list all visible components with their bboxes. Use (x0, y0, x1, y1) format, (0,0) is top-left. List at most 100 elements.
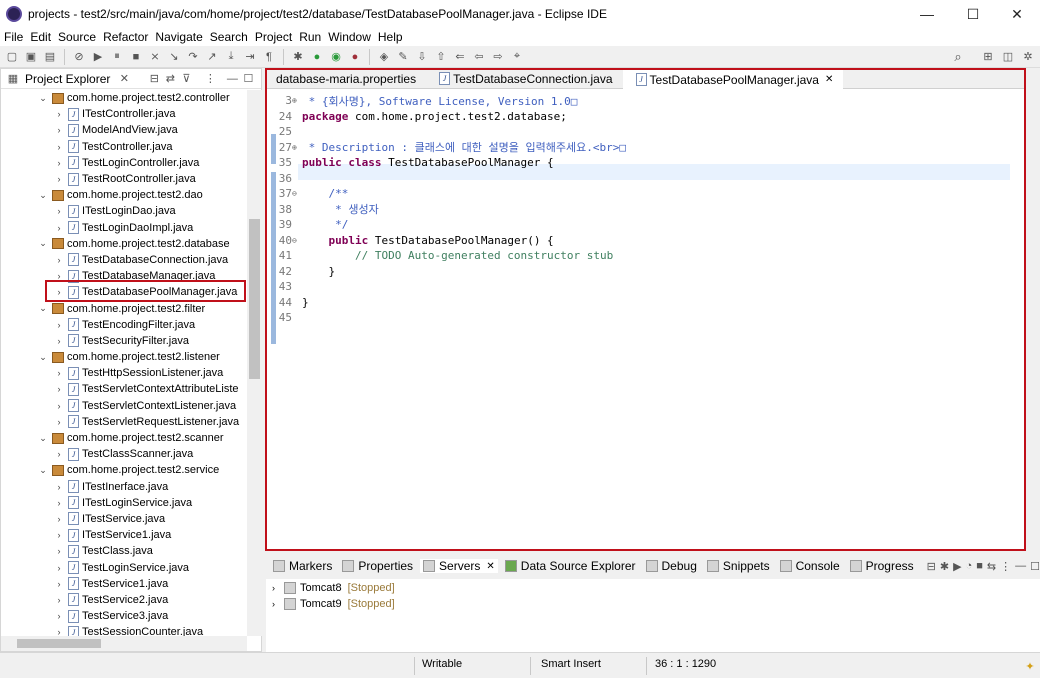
collapse-icon[interactable]: ⌄ (37, 303, 49, 314)
view-menu-icon[interactable]: ⋮ (202, 71, 218, 87)
expand-icon[interactable]: › (53, 595, 65, 605)
collapse-icon[interactable]: ⌄ (37, 238, 49, 249)
tab-progress[interactable]: Progress (847, 559, 917, 573)
tab-markers[interactable]: Markers (270, 559, 335, 573)
save-all-icon[interactable]: ▤ (42, 49, 58, 65)
debug-perspective-icon[interactable]: ✲ (1020, 49, 1036, 65)
pin-editor-icon[interactable]: ⌖ (509, 49, 525, 65)
tree-file[interactable]: › J ITestInerface.java (1, 479, 247, 495)
tab-servers[interactable]: Servers ✕ (420, 559, 498, 573)
open-task-icon[interactable]: ✎ (395, 49, 411, 65)
expand-icon[interactable]: › (53, 384, 65, 394)
collapse-icon[interactable]: ⌄ (37, 352, 49, 363)
new-icon[interactable]: ▢ (4, 49, 20, 65)
menu-edit[interactable]: Edit (30, 30, 51, 44)
minimize-view-icon[interactable]: — (1015, 558, 1026, 574)
collapse-icon[interactable]: ⌄ (37, 190, 49, 201)
expand-icon[interactable]: › (53, 223, 65, 233)
tree-file[interactable]: › J TestClassScanner.java (1, 446, 247, 462)
tab-properties[interactable]: Properties (339, 559, 416, 573)
tree-package[interactable]: ⌄ com.home.project.test2.controller (1, 90, 247, 106)
tree-file[interactable]: › J TestLoginDaoImpl.java (1, 220, 247, 236)
step-return-icon[interactable]: ↗ (204, 49, 220, 65)
step-into-icon[interactable]: ↘ (166, 49, 182, 65)
minimize-view-icon[interactable]: — (224, 71, 240, 87)
publish-icon[interactable]: ⇆ (987, 558, 996, 574)
tree-vertical-scroll-thumb[interactable] (249, 219, 260, 379)
tree-file[interactable]: › J ITestLoginService.java (1, 495, 247, 511)
expand-icon[interactable]: › (53, 109, 65, 119)
start-server-icon[interactable]: ▶ (953, 558, 961, 574)
tree-horizontal-scroll-thumb[interactable] (17, 639, 101, 648)
collapse-all-icon[interactable]: ⊟ (927, 558, 936, 574)
expand-icon[interactable]: › (53, 530, 65, 540)
tip-lightbulb-icon[interactable]: ✦ (1022, 658, 1038, 674)
menu-search[interactable]: Search (210, 30, 248, 44)
tree-file[interactable]: › J TestHttpSessionListener.java (1, 365, 247, 381)
collapse-icon[interactable]: ⌄ (37, 465, 49, 476)
expand-icon[interactable]: › (53, 546, 65, 556)
skip-breakpoints-icon[interactable]: ⊘ (71, 49, 87, 65)
search-icon[interactable]: ⌕ (950, 49, 966, 65)
tree-package[interactable]: ⌄ com.home.project.test2.listener (1, 349, 247, 365)
tree-file[interactable]: › J TestSecurityFilter.java (1, 333, 247, 349)
tab-snippets[interactable]: Snippets (704, 559, 773, 573)
view-menu-icon[interactable]: ⋮ (1000, 558, 1011, 574)
expand-icon[interactable]: › (53, 142, 65, 152)
expand-icon[interactable]: › (53, 498, 65, 508)
tree-file[interactable]: › J TestLoginService.java (1, 559, 247, 575)
tree-file[interactable]: › J TestServletContextListener.java (1, 398, 247, 414)
tree-file[interactable]: › J TestService1.java (1, 576, 247, 592)
expand-icon[interactable]: › (53, 206, 65, 216)
tree-package[interactable]: ⌄ com.home.project.test2.scanner (1, 430, 247, 446)
start-server-debug-icon[interactable]: ✱ (940, 558, 949, 574)
collapse-all-icon[interactable]: ⊟ (146, 71, 162, 87)
expand-icon[interactable]: › (53, 514, 65, 524)
tree-file[interactable]: › J TestLoginController.java (1, 155, 247, 171)
expand-icon[interactable]: › (53, 174, 65, 184)
tab-debug[interactable]: Debug (643, 559, 700, 573)
next-annotation-icon[interactable]: ⇩ (414, 49, 430, 65)
pilcrow-icon[interactable]: ¶ (261, 49, 277, 65)
maximize-button[interactable]: ☐ (950, 0, 996, 28)
expand-icon[interactable]: › (53, 158, 65, 168)
tree-package[interactable]: ⌄ com.home.project.test2.service (1, 462, 247, 478)
back-icon[interactable]: ⇦ (471, 49, 487, 65)
close-view-icon[interactable]: ✕ (116, 71, 132, 87)
run-icon[interactable]: ● (309, 49, 325, 65)
menu-source[interactable]: Source (58, 30, 96, 44)
save-icon[interactable]: ▣ (23, 49, 39, 65)
tree-file[interactable]: › J TestService3.java (1, 608, 247, 624)
disconnect-icon[interactable]: ⨯ (147, 49, 163, 65)
expand-icon[interactable]: › (53, 320, 65, 330)
tree-file[interactable]: › J TestService2.java (1, 592, 247, 608)
profile-server-icon[interactable]: ◔ (966, 558, 973, 574)
forward-icon[interactable]: ⇨ (490, 49, 506, 65)
minimize-button[interactable]: — (904, 0, 950, 28)
suspend-icon[interactable]: ⏸ (109, 49, 125, 65)
tree-file[interactable]: › J ITestService1.java (1, 527, 247, 543)
open-perspective-icon[interactable]: ⊞ (980, 49, 996, 65)
tab-data-source-explorer[interactable]: Data Source Explorer (502, 559, 639, 573)
expand-icon[interactable]: › (53, 482, 65, 492)
expand-icon[interactable]: › (53, 417, 65, 427)
collapse-icon[interactable]: ⌄ (37, 93, 49, 104)
tree-package[interactable]: ⌄ com.home.project.test2.database (1, 236, 247, 252)
expand-icon[interactable]: › (53, 336, 65, 346)
use-step-filters-icon[interactable]: ⇥ (242, 49, 258, 65)
coverage-icon[interactable]: ◉ (328, 49, 344, 65)
expand-icon[interactable]: › (53, 563, 65, 573)
close-tab-icon[interactable]: ✕ (486, 561, 494, 572)
tab-console[interactable]: Console (777, 559, 843, 573)
terminate-icon[interactable]: ■ (128, 49, 144, 65)
link-with-editor-icon[interactable]: ⇄ (162, 71, 178, 87)
tree-file[interactable]: › J TestEncodingFilter.java (1, 317, 247, 333)
tree-file[interactable]: › J ITestController.java (1, 106, 247, 122)
menu-file[interactable]: File (4, 30, 23, 44)
expand-icon[interactable]: › (272, 583, 284, 593)
expand-icon[interactable]: › (53, 255, 65, 265)
open-type-icon[interactable]: ◈ (376, 49, 392, 65)
maximize-view-icon[interactable]: ☐ (240, 71, 256, 87)
resume-icon[interactable]: ▶ (90, 49, 106, 65)
tree-file[interactable]: › J ITestLoginDao.java (1, 203, 247, 219)
